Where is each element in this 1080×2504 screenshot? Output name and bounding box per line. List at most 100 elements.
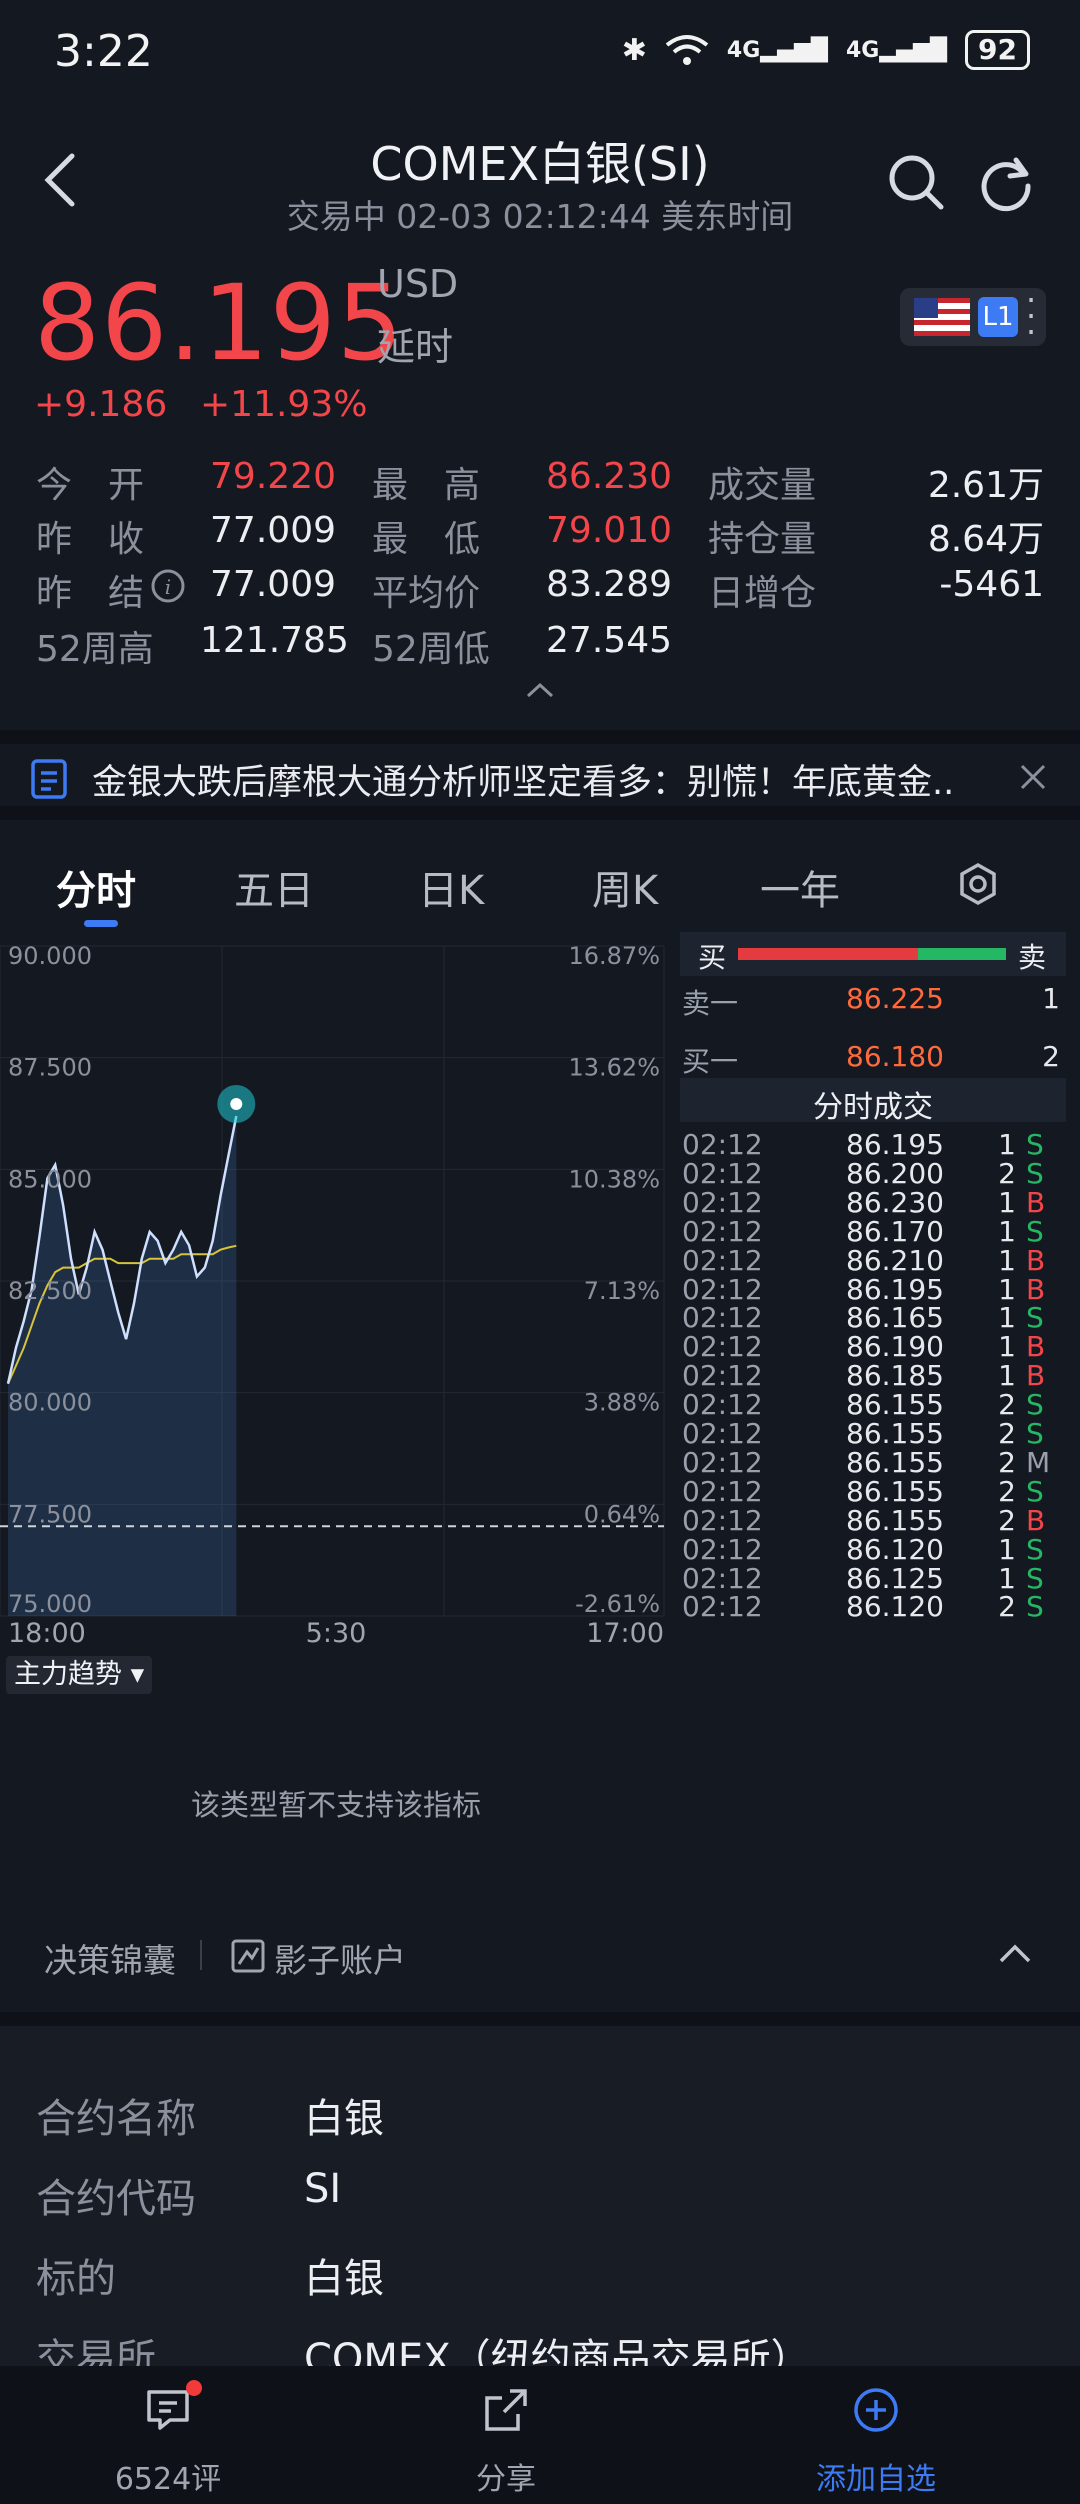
stat-oi-change-label: 日增仓 [708,573,817,614]
comment-icon [147,2390,189,2430]
svg-text:i: i [165,575,171,599]
y-axis-label: 87.500 [8,1054,92,1082]
stat-low: 79.010 [546,510,672,551]
last-price: 86.195 [34,262,404,384]
trade-price: 86.120 [846,1590,944,1624]
more-icon[interactable]: · · · [1026,284,1036,348]
stat-prev-close: 77.009 [210,510,336,551]
pct-axis-labels: 16.87% 13.62% 10.38% 7.13% 3.88% 0.64% -2.61% [568,942,660,1618]
y-axis-label: 75.000 [8,1590,92,1618]
y-axis-labels: 90.000 87.500 85.000 82.500 80.000 77.500 75.0… [8,942,92,1618]
bottom-nav: 6524评 分享 添加自选 [0,2366,1080,2504]
status-icons: ✱ 4G▂▄▆█ 4G▂▄▆█ 92 [622,30,1030,70]
tab-daily-k[interactable]: 日K [418,858,484,916]
stat-52w-high-label: 52周高 [36,629,154,670]
ask-row: 卖一 86.225 1 [682,982,1060,1020]
info-icon[interactable]: i [150,568,186,604]
last-price-dot [230,1097,243,1110]
y-axis-label: 90.000 [8,942,92,970]
share-button[interactable]: 分享 [406,2380,606,2500]
sell-label: 卖 [1018,941,1047,974]
x-axis-label: 18:00 [8,1618,86,1649]
pct-axis-label: 13.62% [568,1054,660,1082]
chevron-up-icon[interactable] [524,680,556,700]
sell-ratio-bar [918,948,1006,960]
pct-axis-label: 16.87% [568,942,660,970]
tab-one-year[interactable]: 一年 [760,858,840,916]
pct-axis-label: 7.13% [584,1277,660,1305]
add-watchlist-button[interactable]: 添加自选 [776,2380,976,2500]
stat-oi: 8.64万 [927,519,1044,560]
add-circle-icon [854,2388,898,2432]
trade-volume: 2 [998,1590,1016,1624]
comments-button[interactable]: 6524评 [68,2380,268,2500]
stat-volume-label: 成交量 [708,465,817,506]
pct-axis-label: 10.38% [568,1165,660,1193]
stat-52w-low-label: 52周低 [372,629,490,670]
refresh-icon[interactable] [976,152,1036,212]
market-badge[interactable]: L1 · · · [900,284,1046,348]
chevron-up-icon[interactable] [998,1942,1032,1964]
x-axis-label: 17:00 [586,1618,664,1649]
stat-open-label: 今 开 [36,465,145,506]
buy-label: 买 [698,941,727,974]
search-icon[interactable] [886,152,946,212]
buy-ratio-bar [738,948,918,960]
stat-oi-label: 持仓量 [708,519,817,560]
bluetooth-icon: ✱ [621,32,647,68]
trade-side: S [1026,1590,1044,1624]
stat-high: 86.230 [546,456,672,497]
news-icon [31,759,67,799]
info-label: 标的 [36,2256,116,2302]
stat-open: 79.220 [210,456,336,497]
stat-prev-close-label: 昨 收 [36,519,145,560]
intraday-chart[interactable]: 90.000 87.500 85.000 82.500 80.000 77.500 75.0… [0,930,672,1660]
share-icon [485,2389,527,2431]
info-label: 合约代码 [36,2176,196,2222]
close-icon[interactable] [1018,762,1048,792]
news-headline[interactable]: 金银大跌后摩根大通分析师坚定看多：别慌！年底黄金... [92,754,952,805]
indicator-dropdown[interactable]: 主力趋势 ▾ [6,1656,153,1694]
x-axis-labels: 18:00 5:30 17:00 [8,1618,664,1649]
y-axis-label: 80.000 [8,1389,92,1417]
y-axis-label: 85.000 [8,1165,92,1193]
stat-oi-change: -5461 [939,564,1044,605]
price-change: +9.186 [34,384,168,425]
stat-volume: 2.61万 [927,465,1044,506]
shadow-account-icon [231,1939,265,1973]
battery-icon: 92 [965,30,1030,70]
status-bar: 3:22 ✱ 4G▂▄▆█ 4G▂▄▆█ 92 [0,0,1080,100]
stat-prev-settle-label: 昨 结 [36,573,145,614]
currency: USD [377,262,459,306]
signal-icon-2: 4G▂▄▆█ [845,37,948,63]
wifi-icon [665,35,709,65]
stat-avg-label: 平均价 [372,573,481,614]
stat-prev-settle: 77.009 [210,564,336,605]
trades-title: 分时成交 [680,1078,1066,1125]
stat-high-label: 最 高 [372,465,481,506]
stat-52w-low: 27.545 [546,620,672,661]
us-flag-icon [914,298,970,336]
delay-label: 延时 [377,325,454,369]
tab-weekly-k[interactable]: 周K [592,858,658,916]
contract-info: 合约名称 白银 合约代码 SI 标的 白银 交易所 COMEX（纽约商品交易所） [0,2012,1080,2382]
info-value: 白银 [304,2096,384,2142]
pct-axis-label: 3.88% [584,1389,660,1417]
tab-intraday[interactable]: 分时 [56,858,136,916]
shadow-account-link[interactable]: 影子账户 [274,1934,406,1982]
decision-tips-link[interactable]: 决策锦囊 [44,1934,176,1982]
pct-axis-label: 0.64% [584,1500,660,1528]
x-axis-label: 5:30 [306,1618,367,1649]
info-label: 合约名称 [36,2096,196,2142]
settings-icon[interactable] [956,862,1000,906]
pct-axis-label: -2.61% [575,1590,660,1618]
info-value: 白银 [304,2256,384,2302]
y-axis-label: 82.500 [8,1277,92,1305]
bid-row: 买一 86.180 2 [682,1040,1060,1078]
price-change-pct: +11.93% [200,384,368,425]
tab-five-day[interactable]: 五日 [234,858,314,916]
notification-dot [186,2380,202,2396]
level-badge: L1 [978,297,1018,337]
indicator-unsupported-msg: 该类型暂不支持该指标 [190,1788,481,1822]
decision-bar: 决策锦囊 影子账户 [0,1906,1080,1998]
